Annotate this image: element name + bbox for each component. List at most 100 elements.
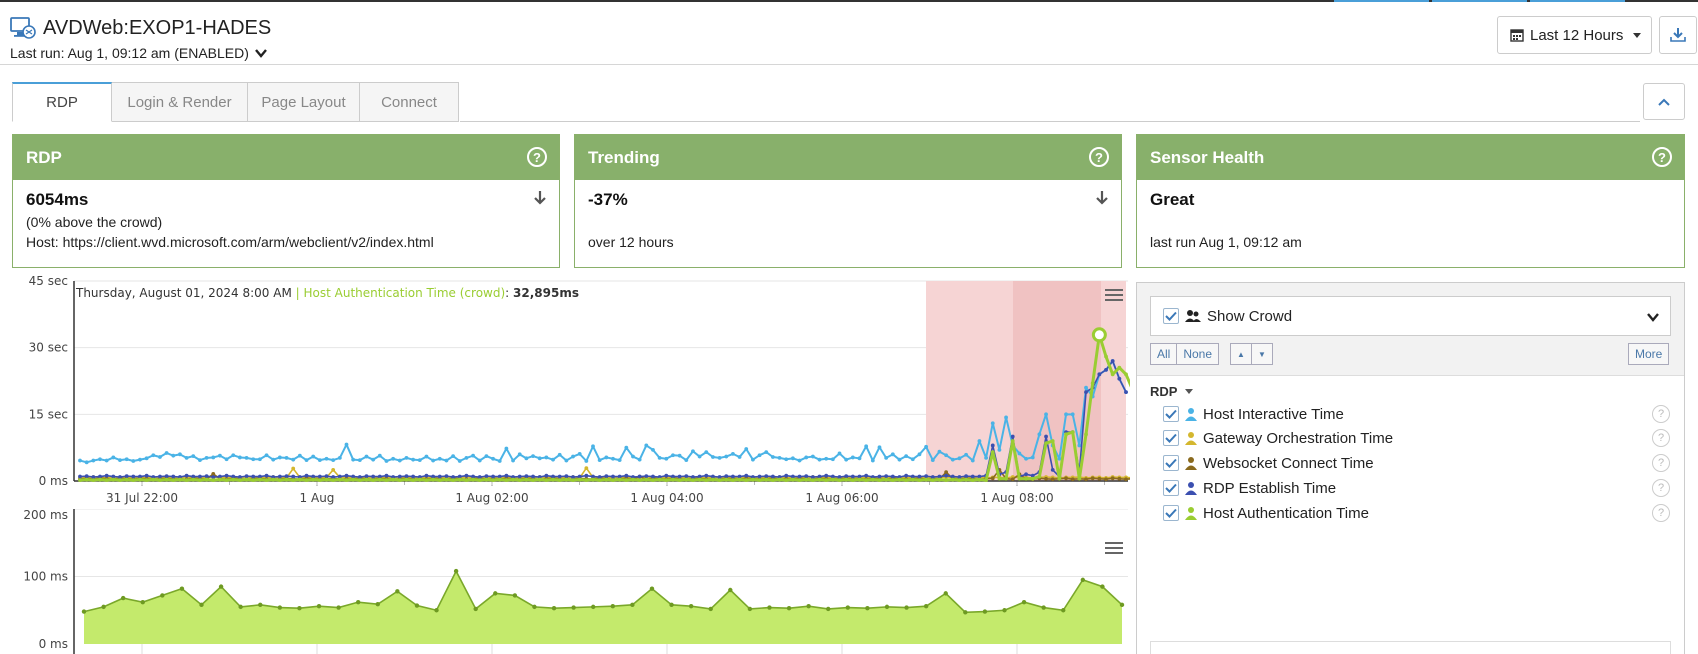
series-point — [930, 458, 935, 463]
series-point — [331, 478, 336, 483]
select-all-button[interactable]: All — [1150, 343, 1178, 365]
chevron-down-icon[interactable] — [1646, 311, 1660, 323]
series-point — [917, 452, 922, 457]
series-point — [144, 456, 149, 461]
series-point — [970, 478, 975, 483]
series-point — [78, 474, 82, 479]
series-point — [737, 455, 742, 459]
legend-checkbox[interactable] — [1163, 505, 1179, 521]
help-icon[interactable]: ? — [1089, 147, 1109, 167]
series-point — [98, 457, 102, 462]
series-point — [277, 478, 282, 483]
series-point — [1030, 455, 1035, 460]
series-point — [431, 477, 436, 482]
help-icon[interactable]: ? — [527, 147, 547, 167]
tooltip-separator: | — [295, 286, 300, 300]
series-point — [324, 456, 329, 461]
series-point — [118, 478, 122, 483]
chart-menu-icon[interactable] — [1104, 287, 1124, 303]
show-crowd-toggle[interactable]: Show Crowd — [1150, 296, 1671, 336]
series-point — [717, 455, 722, 460]
series-point — [264, 478, 269, 483]
legend-item-gateway[interactable]: Gateway Orchestration Time — [1163, 428, 1393, 448]
series-point — [477, 478, 482, 483]
chevron-up-icon — [1658, 98, 1670, 106]
select-none-button[interactable]: None — [1177, 343, 1220, 365]
show-crowd-checkbox[interactable] — [1163, 308, 1179, 324]
tab-connect[interactable]: Connect — [360, 82, 459, 122]
tab-login-render[interactable]: Login & Render — [112, 82, 248, 122]
series-point — [537, 477, 542, 482]
y-tick-label: 0 ms — [39, 474, 68, 488]
caret-down-icon — [1185, 389, 1194, 394]
collapse-button[interactable] — [1643, 83, 1685, 120]
more-button[interactable]: More — [1628, 343, 1670, 365]
help-icon[interactable]: ? — [1652, 479, 1670, 497]
check-icon — [1165, 483, 1177, 493]
series-point — [411, 457, 416, 462]
area-chart-menu-icon[interactable] — [1104, 540, 1124, 556]
sensor-health-panel: Sensor Health ? Great last run Aug 1, 09… — [1136, 134, 1685, 268]
y-tick-label: 45 sec — [29, 275, 68, 288]
series-point — [857, 477, 862, 482]
series-point — [431, 458, 436, 463]
help-icon[interactable]: ? — [1652, 504, 1670, 522]
crowd-point — [375, 601, 380, 607]
move-up-button[interactable]: ▲ — [1230, 343, 1252, 365]
series-point — [78, 458, 82, 463]
series-point — [324, 474, 329, 479]
series-point — [271, 457, 276, 462]
tab-rdp[interactable]: RDP — [12, 82, 112, 122]
download-button[interactable] — [1659, 16, 1697, 54]
series-point — [118, 458, 122, 463]
tab-page-layout[interactable]: Page Layout — [248, 82, 360, 122]
series-point — [317, 474, 322, 479]
legend-item-host-auth[interactable]: Host Authentication Time — [1163, 503, 1369, 523]
crowd-point — [297, 606, 302, 611]
last-run-dropdown[interactable]: Last run: Aug 1, 09:12 am (ENABLED) — [10, 45, 267, 61]
series-point — [557, 474, 562, 479]
series-point — [1090, 381, 1095, 386]
series-point — [591, 477, 595, 482]
series-point — [824, 473, 829, 478]
legend-checkbox[interactable] — [1163, 455, 1179, 471]
series-point — [317, 458, 322, 463]
crowd-point — [336, 605, 341, 610]
series-point — [970, 458, 975, 463]
help-icon[interactable]: ? — [1652, 147, 1672, 167]
series-point — [1097, 372, 1102, 377]
legend-item-host-interactive[interactable]: Host Interactive Time — [1163, 404, 1344, 424]
legend-checkbox[interactable] — [1163, 480, 1179, 496]
help-icon[interactable]: ? — [1652, 405, 1670, 423]
series-point — [437, 456, 442, 461]
legend-group-rdp[interactable]: RDP — [1150, 384, 1194, 399]
series-point — [950, 457, 955, 462]
series-point — [224, 457, 229, 462]
person-icon — [1185, 482, 1197, 495]
series-point — [697, 477, 702, 482]
series-point — [524, 474, 529, 479]
series-sidebar: Show Crowd All None ▲ ▼ More RDP Host In… — [1136, 282, 1685, 654]
rdp-line-chart[interactable]: 45 sec 30 sec 15 sec 0 ms 31 Jul 22:00 1 Aug 1… — [0, 275, 1130, 505]
help-icon[interactable]: ? — [1652, 429, 1670, 447]
series-point — [337, 455, 342, 460]
series-point — [990, 443, 995, 448]
move-down-button[interactable]: ▼ — [1251, 343, 1273, 365]
legend-checkbox[interactable] — [1163, 406, 1179, 422]
series-point — [611, 456, 615, 461]
series-point — [724, 474, 729, 479]
legend-item-websocket[interactable]: Websocket Connect Time — [1163, 453, 1374, 473]
series-point — [1124, 477, 1128, 482]
time-range-button[interactable]: Last 12 Hours — [1497, 16, 1652, 54]
legend-checkbox[interactable] — [1163, 430, 1179, 446]
series-point — [557, 452, 562, 457]
crowd-area-chart[interactable]: 200 ms 100 ms 0 ms — [0, 509, 1130, 654]
time-range-label: Last 12 Hours — [1530, 26, 1624, 44]
series-point — [98, 477, 102, 482]
legend-item-rdp-establish[interactable]: RDP Establish Time — [1163, 478, 1336, 498]
help-icon[interactable]: ? — [1652, 454, 1670, 472]
series-point — [224, 473, 229, 478]
x-tick-label: 1 Aug 04:00 — [630, 491, 703, 505]
series-point — [990, 450, 995, 455]
series-point — [84, 477, 89, 482]
